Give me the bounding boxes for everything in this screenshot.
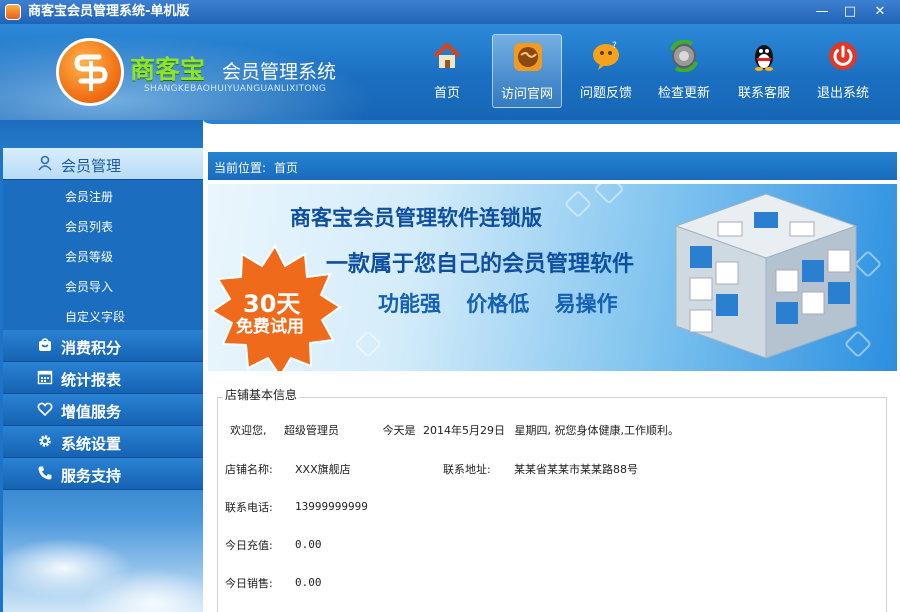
cube-graphic-icon (674, 193, 858, 359)
greeting-text: 祝您身体健康,工作顺利。 (554, 424, 680, 437)
sidebar-section-label: 统计报表 (61, 371, 122, 389)
sidebar-item-label: 会员导入 (65, 280, 114, 294)
brand-pinyin: SHANGKEBAOHUIYUANGUANLIXITONG (144, 84, 327, 94)
brand-subtitle: 会员管理系统 (222, 61, 337, 83)
welcome-text: 欢迎您, (230, 424, 267, 437)
home-icon (433, 43, 461, 68)
store-name-value: XXX旗舰店 (295, 463, 351, 476)
nav-check-update[interactable]: 检查更新 (649, 34, 719, 108)
store-address-value: 某某省某某市某某路88号 (514, 463, 638, 476)
store-address-label: 联系地址: (443, 463, 491, 476)
breadcrumb-current[interactable]: 首页 (274, 159, 298, 176)
today-text: 今天是 (382, 424, 416, 437)
nav-feedback-label: 问题反馈 (579, 86, 632, 101)
current-weekday: 星期四, (514, 424, 552, 437)
promo-banner[interactable]: 30天 免费试用 商客宝会员管理软件连锁版 一款属于您自己的会员管理软件 功能强… (208, 184, 897, 371)
store-name-label: 店铺名称: (225, 463, 273, 476)
today-sales-value: 0.00 (295, 576, 322, 589)
globe-icon (514, 43, 542, 71)
sidebar-section-label: 消费积分 (61, 339, 122, 357)
svg-text:?: ? (612, 41, 617, 51)
sidebar-item-label: 会员注册 (65, 190, 114, 204)
nav-feedback[interactable]: ? 问题反馈 (571, 34, 641, 108)
welcome-row: 欢迎您, 超级管理员 今天是 2014年5月29日 星期四, 祝您身体健康,工作… (230, 422, 679, 438)
main-top-strip (203, 120, 900, 148)
title-bar: 商客宝会员管理系统-单机版 — □ ✕ (0, 0, 900, 24)
user-icon (36, 155, 54, 173)
nav-exit-system-label: 退出系统 (816, 86, 869, 101)
qq-icon (755, 45, 773, 71)
banner-headline: 商客宝会员管理软件连锁版 (290, 206, 542, 230)
trial-badge-label: 免费试用 (236, 317, 304, 337)
heart-icon (36, 401, 54, 419)
sidebar-top-strip (0, 120, 205, 148)
today-recharge-label: 今日充值: (225, 539, 273, 552)
nav-check-update-label: 检查更新 (657, 86, 710, 101)
sidebar-item-custom-fields[interactable]: 自定义字段 (3, 300, 203, 330)
store-info-legend: 店铺基本信息 (223, 386, 300, 403)
nav-home[interactable]: 首页 (412, 34, 482, 108)
banner-features: 功能强 价格低 易操作 (378, 292, 618, 316)
sidebar-section-member-management[interactable]: 会员管理 (3, 148, 203, 180)
today-sales-label: 今日销售: (225, 577, 273, 590)
update-icon (670, 40, 698, 72)
sidebar-section-support[interactable]: 服务支持 (3, 458, 203, 490)
minimize-button[interactable]: — (808, 2, 836, 22)
sidebar-item-label: 自定义字段 (65, 310, 126, 324)
sidebar-section-points[interactable]: 消费积分 (3, 330, 203, 362)
sidebar-section-label: 会员管理 (61, 157, 122, 175)
maximize-button[interactable]: □ (836, 2, 864, 22)
calendar-icon (36, 369, 54, 387)
window-title: 商客宝会员管理系统-单机版 (28, 4, 190, 19)
sidebar-section-settings[interactable]: 系统设置 (3, 426, 203, 458)
power-icon (829, 42, 857, 70)
sidebar-section-value-added[interactable]: 增值服务 (3, 394, 203, 426)
nav-exit-system[interactable]: 退出系统 (808, 34, 878, 108)
nav-contact-support-label: 联系客服 (737, 86, 790, 101)
sidebar-item-member-import[interactable]: 会员导入 (3, 270, 203, 300)
logo-icon (56, 38, 124, 106)
store-phone-value: 13999999999 (295, 500, 368, 513)
sidebar-section-label: 系统设置 (61, 435, 122, 453)
today-recharge-value: 0.00 (295, 538, 322, 551)
sidebar-item-member-register[interactable]: 会员注册 (3, 180, 203, 210)
brand-name: 商客宝 (130, 55, 206, 84)
store-phone-label: 联系电话: (225, 501, 273, 514)
breadcrumb-label: 当前位置: (214, 161, 267, 175)
feedback-icon: ? (593, 41, 619, 70)
cart-icon (36, 337, 54, 355)
sidebar-item-label: 会员列表 (65, 220, 114, 234)
app-header: 商客宝 会员管理系统 SHANGKEBAOHUIYUANGUANLIXITONG… (0, 24, 900, 120)
current-date: 2014年5月29日 (423, 424, 505, 437)
main-content: 当前位置: 首页 30天 免费试用 商客宝会员管理软件连锁版 一款属于您自己的会… (203, 120, 900, 612)
nav-contact-support[interactable]: 联系客服 (729, 34, 799, 108)
gear-icon (36, 433, 54, 451)
sidebar-section-reports[interactable]: 统计报表 (3, 362, 203, 394)
nav-visit-website[interactable]: 访问官网 (492, 34, 562, 108)
app-icon (5, 4, 21, 20)
nav-visit-website-label: 访问官网 (500, 87, 553, 102)
nav-home-label: 首页 (433, 86, 460, 101)
sidebar-item-label: 会员等级 (65, 250, 114, 264)
close-button[interactable]: ✕ (866, 2, 894, 22)
sidebar-item-member-list[interactable]: 会员列表 (3, 210, 203, 240)
sidebar-section-label: 服务支持 (61, 467, 122, 485)
sidebar-section-label: 增值服务 (61, 403, 122, 421)
phone-icon (36, 465, 54, 483)
sidebar: 会员管理 会员注册 会员列表 会员等级 会员导入 自定义字段 消费积分 统计报表… (3, 148, 203, 612)
current-user: 超级管理员 (284, 424, 339, 437)
sidebar-item-member-level[interactable]: 会员等级 (3, 240, 203, 270)
banner-tagline: 一款属于您自己的会员管理软件 (326, 252, 635, 277)
breadcrumb: 当前位置: 首页 (208, 152, 897, 180)
